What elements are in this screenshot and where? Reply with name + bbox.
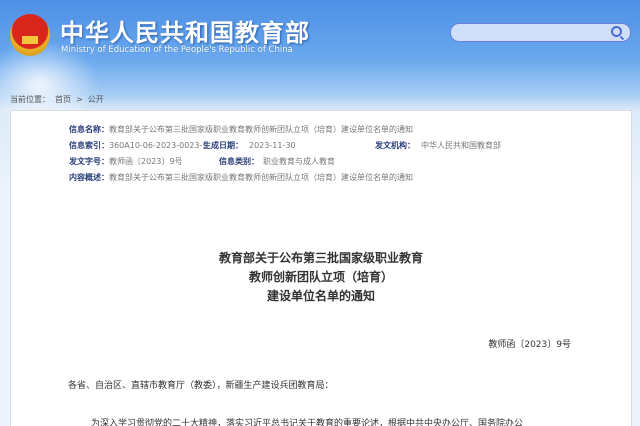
breadcrumb-current[interactable]: 公开 [88, 95, 104, 104]
search-icon[interactable] [611, 26, 622, 37]
search-input[interactable] [450, 23, 631, 42]
body-paragraph: 为深入学习贯彻党的二十大精神，落实习近平总书记关于教育的重要论述，根据中共中央办… [91, 419, 524, 426]
docno-label: 发文字号： [69, 157, 109, 166]
breadcrumb-separator: > [76, 95, 83, 104]
document-number: 教师函〔2023〕9号 [488, 340, 571, 350]
title-line: 教育部关于公布第三批国家级职业教育 [218, 251, 423, 265]
content-panel: 信息名称：教育部关于公布第三批国家级职业教育教师创新团队立项（培育）建设单位名单… [10, 110, 632, 426]
index-label: 信息索引： [69, 141, 109, 150]
summary-value: 教育部关于公布第三批国家级职业教育教师创新团队立项（培育）建设单位名单的通知 [109, 173, 413, 182]
info-table: 信息名称：教育部关于公布第三批国家级职业教育教师创新团队立项（培育）建设单位名单… [69, 122, 501, 186]
breadcrumb-home[interactable]: 首页 [55, 95, 71, 104]
summary-label: 内容概述： [69, 173, 109, 182]
title-line: 教师创新团队立项（培育） [248, 270, 393, 284]
name-label: 信息名称： [69, 125, 109, 134]
org-label: 发文机构： [375, 141, 415, 150]
site-subtitle: Ministry of Education of the People's Re… [61, 45, 293, 55]
date-label: 生成日期： [203, 141, 243, 150]
org-value: 中华人民共和国教育部 [421, 141, 501, 150]
title-line: 建设单位名单的通知 [266, 289, 375, 303]
category-value: 职业教育与成人教育 [263, 157, 335, 166]
site-title: 中华人民共和国教育部 [60, 19, 310, 47]
national-emblem-logo [10, 14, 50, 56]
docno-value: 教师函〔2023〕9号 [109, 157, 183, 166]
index-value: 360A10-06-2023-0023-1 [109, 141, 208, 150]
document-title: 教育部关于公布第三批国家级职业教育 教师创新团队立项（培育） 建设单位名单的通知 [11, 249, 631, 306]
date-value: 2023-11-30 [249, 141, 296, 150]
breadcrumb: 当前位置： 首页 > 公开 [10, 94, 109, 105]
name-value: 教育部关于公布第三批国家级职业教育教师创新团队立项（培育）建设单位名单的通知 [109, 125, 413, 134]
breadcrumb-label: 当前位置： [10, 95, 50, 104]
addressee: 各省、自治区、直辖市教育厅（教委），新疆生产建设兵团教育局： [68, 381, 334, 391]
category-label: 信息类别： [219, 157, 259, 166]
